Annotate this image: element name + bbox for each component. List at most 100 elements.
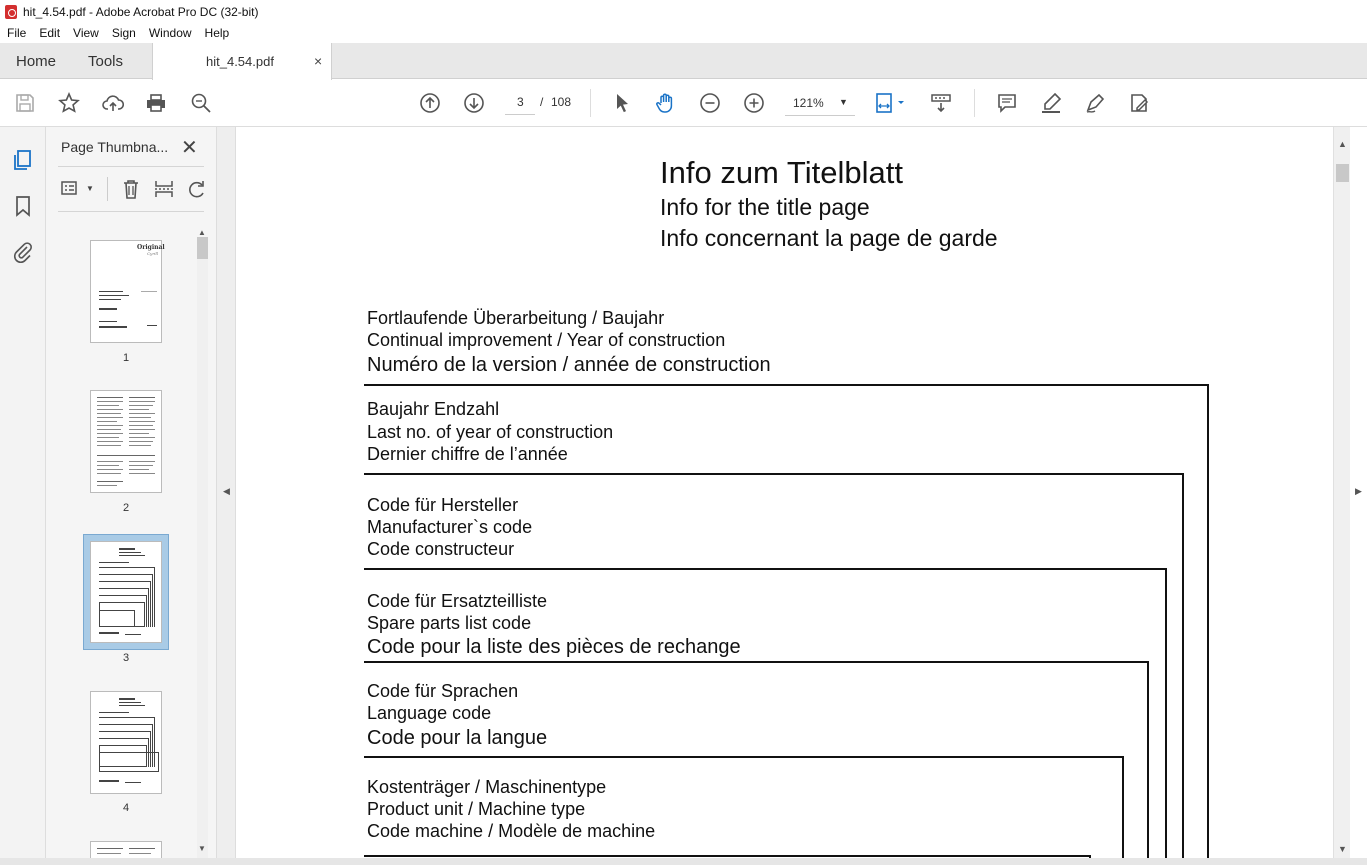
collapse-left-arrow-icon[interactable]: ◀ [223,486,230,497]
scroll-up-arrow-icon[interactable]: ▲ [1338,139,1347,149]
page-fit-icon[interactable] [874,91,910,115]
thumbnail-text-line [97,409,123,410]
thumbnail-page-3[interactable] [90,541,162,643]
thumbnail-page-2[interactable] [90,390,162,493]
zoom-out-icon[interactable] [698,91,722,115]
bookmarks-icon[interactable] [11,194,35,218]
document-scrollbar[interactable]: ▲ ▼ [1333,127,1350,858]
fill-sign-icon[interactable] [1127,91,1151,115]
tab-document[interactable]: hit_4.54.pdf × [152,43,332,80]
bracket-line [1165,568,1167,864]
scroll-down-arrow-icon[interactable]: ▼ [198,844,206,853]
thumbnail-text-line [129,437,155,438]
scroll-up-arrow-icon[interactable]: ▲ [198,228,206,237]
thumbnail-scrollbar-thumb[interactable] [197,237,208,259]
thumbnail-text-line [99,295,129,296]
thumbnail-text-line [97,485,117,486]
section-year-de: Fortlaufende Überarbeitung / Baujahr [367,308,665,328]
tab-tools[interactable]: Tools [88,53,123,70]
menu-edit[interactable]: Edit [39,26,60,40]
thumbnail-text-line [147,325,157,326]
thumbnail-text-line [129,425,153,426]
zoom-level-dropdown[interactable]: 121% ▼ [785,90,855,116]
save-icon[interactable] [13,91,37,115]
thumbnail-text-line [129,848,155,849]
zoom-in-icon[interactable] [742,91,766,115]
hand-tool-icon[interactable] [654,91,678,115]
chevron-down-icon[interactable]: ▼ [86,184,94,193]
delete-trash-icon[interactable] [120,178,142,200]
menu-sign[interactable]: Sign [112,26,136,40]
tab-home[interactable]: Home [16,53,56,70]
thumbnail-page-1-label: 1 [122,352,130,364]
toolbar-divider [590,89,591,117]
thumbnail-text-line [97,445,121,446]
doc-title-de: Info zum Titelblatt [660,155,903,190]
thumbnail-text-line [97,397,123,398]
attachments-paperclip-icon[interactable] [11,240,35,264]
tab-document-label: hit_4.54.pdf [206,54,274,69]
section-lastno-en: Last no. of year of construction [367,422,614,442]
find-zoom-icon[interactable] [189,91,213,115]
draw-pen-icon[interactable] [1083,91,1107,115]
section-year-fr: Numéro de la version / année de construc… [367,354,771,376]
scroll-mode-icon[interactable] [929,91,953,115]
tab-bar: Home Tools hit_4.54.pdf × [0,43,1367,80]
comment-icon[interactable] [995,91,1019,115]
page-thumbnails-icon[interactable] [11,148,35,172]
bookmark-star-icon[interactable] [57,91,81,115]
next-page-icon[interactable] [462,91,486,115]
close-panel-icon[interactable]: ✕ [181,135,198,160]
upload-cloud-icon[interactable] [101,91,125,115]
page-number-input[interactable]: 3 [505,89,535,115]
menu-view[interactable]: View [73,26,99,40]
bracket-line [364,568,1167,570]
scroll-down-arrow-icon[interactable]: ▼ [1338,844,1347,854]
thumbnail-text-line [119,702,141,703]
thumbnail-text-line [129,473,155,474]
thumbnail-text-line [119,705,145,706]
thumbnail-options-icon[interactable] [60,178,82,200]
document-view[interactable]: Info zum Titelblatt Info for the title p… [236,127,1333,864]
bracket-line [364,756,1124,758]
thumbnail-text-line [97,455,155,456]
left-navigation-rail [0,127,46,865]
section-machine-de: Kostenträger / Maschinentype [367,777,607,797]
bracket-line [1147,661,1149,864]
thumbnail-bracket [99,752,159,772]
thumbnail-text-line [119,552,141,553]
thumbnail-page-4[interactable] [90,691,162,794]
thumbnail-text-line [129,461,155,462]
select-pointer-icon[interactable] [610,91,634,115]
menu-file[interactable]: File [7,26,26,40]
doc-title-fr: Info concernant la page de garde [660,225,998,251]
thumbnail-text-line [129,433,149,434]
document-scrollbar-thumb[interactable] [1336,164,1349,182]
previous-page-icon[interactable] [418,91,442,115]
panel-collapse-strip[interactable]: ◀ [216,127,236,865]
thumbnail-text-line [129,397,155,398]
extract-pages-icon[interactable] [153,178,175,200]
thumbnail-page-1[interactable]: Original Cyrill [90,240,165,343]
thumbnail-text-line [125,634,141,635]
print-icon[interactable] [144,91,168,115]
right-panel-toggle[interactable]: ▶ [1350,127,1367,858]
bracket-line [364,384,1209,386]
thumbnail-text-line [141,291,157,292]
expand-right-arrow-icon[interactable]: ▶ [1355,486,1362,497]
thumbnail-text-line [99,299,121,300]
thumbnail-text-line [99,291,123,292]
thumbnail-page-1-title: Original [137,244,165,251]
thumbnail-text-line [99,308,117,310]
thumbnail-scrollbar[interactable]: ▲ ▼ [197,228,208,862]
section-lastno-de: Baujahr Endzahl [367,399,500,419]
thumbnail-page-3-label: 3 [122,652,130,664]
tab-close-icon[interactable]: × [314,53,322,69]
bottom-scrollbar[interactable] [0,858,1367,865]
menu-bar: File Edit View Sign Window Help [0,23,1367,43]
menu-help[interactable]: Help [205,26,230,40]
highlight-pen-icon[interactable] [1039,91,1063,115]
rotate-page-icon[interactable] [186,178,208,200]
thumbnail-text-line [99,562,129,563]
menu-window[interactable]: Window [149,26,192,40]
